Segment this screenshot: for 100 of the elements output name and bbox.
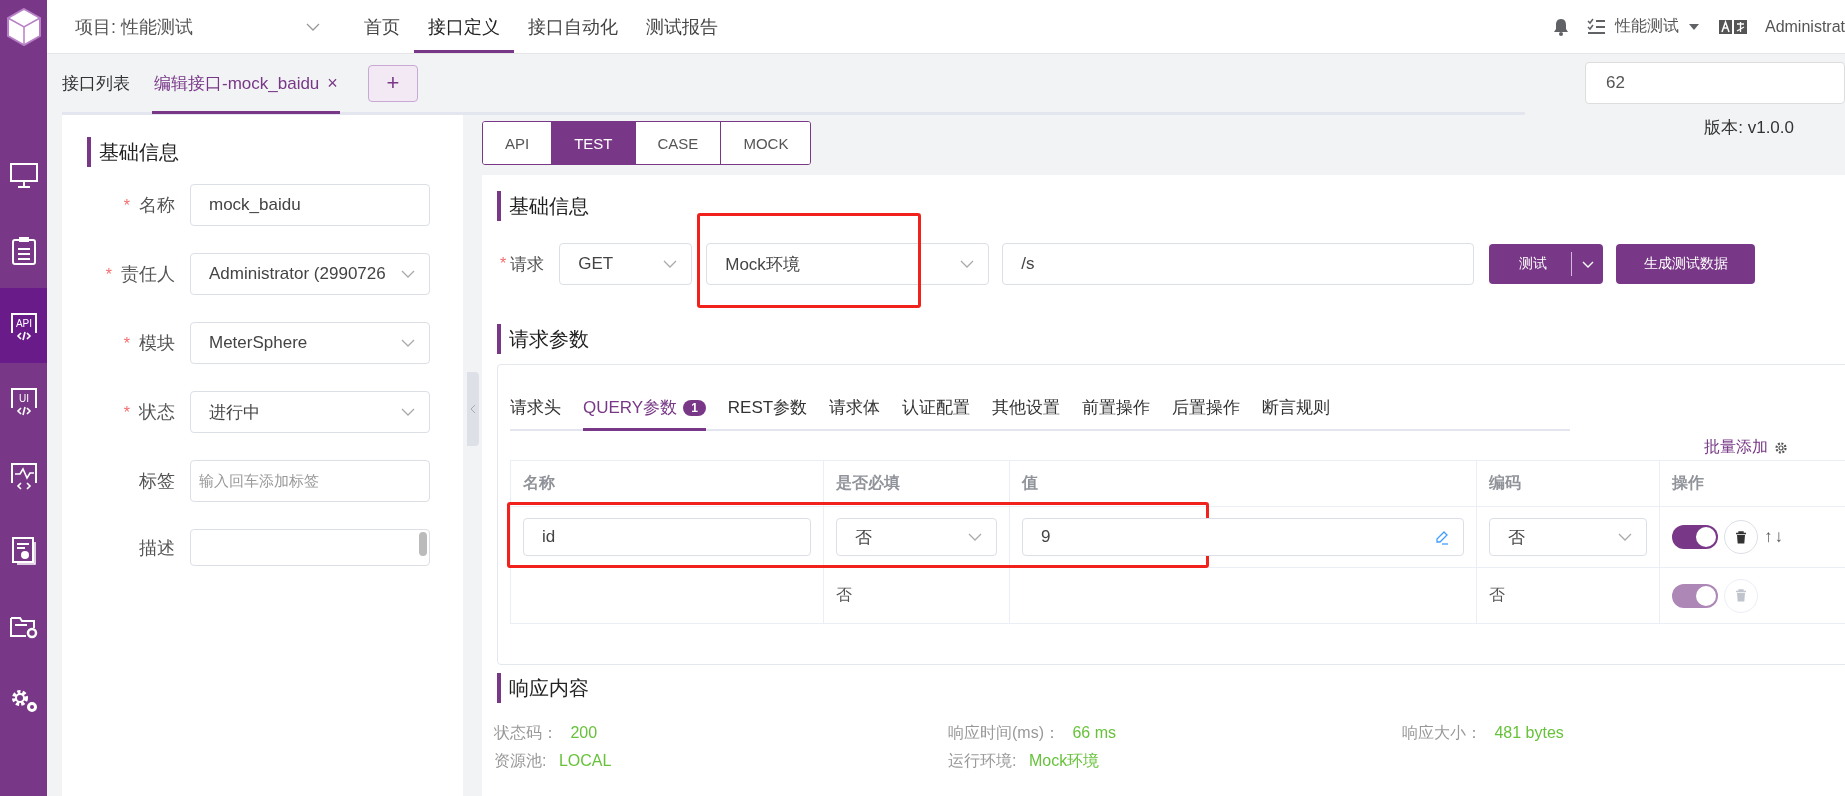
column-header: 值 [1009, 460, 1477, 507]
add-tab-button[interactable]: + [367, 64, 418, 102]
url-path-field[interactable]: /s [1002, 243, 1475, 285]
translate-icon[interactable] [1718, 19, 1747, 34]
mode-tab[interactable]: CASE [634, 122, 721, 164]
mode-tab[interactable]: MOCK [720, 122, 811, 164]
test-button[interactable]: 测试 [1489, 244, 1604, 284]
select-field[interactable]: 进行中 [190, 391, 430, 433]
params-tab[interactable]: 其他设置 [992, 390, 1061, 431]
report-icon [10, 535, 37, 566]
chevron-down-icon [401, 270, 415, 278]
response-value: 481 bytes [1494, 724, 1564, 741]
section-title: 响应内容 [497, 673, 1845, 703]
column-header: 操作 [1659, 460, 1845, 507]
trash-icon [1735, 589, 1747, 602]
user-name[interactable]: Administrat [1764, 17, 1845, 36]
project-select[interactable]: 项目: 性能测试 [75, 14, 320, 39]
generate-data-button[interactable]: 生成测试数据 [1616, 244, 1756, 284]
field-label: 描述 [139, 537, 175, 558]
field-label: 标签 [139, 471, 175, 491]
column-header: 是否必填 [823, 460, 1010, 507]
monitor-chart-icon [8, 460, 39, 491]
response-value: 66 ms [1072, 724, 1116, 741]
field-label: 名称 [139, 195, 175, 215]
select-field[interactable]: Administrator (2990726 [190, 253, 430, 295]
checklist-icon[interactable] [1586, 18, 1606, 35]
pencil-icon[interactable] [1435, 529, 1449, 545]
collapse-handle[interactable] [467, 372, 479, 446]
close-icon[interactable]: × [327, 72, 338, 94]
response-label: 响应大小： [1402, 724, 1482, 741]
trash-icon [1735, 530, 1747, 544]
response-label: 资源池: [494, 752, 547, 769]
response-label: 状态码： [494, 724, 558, 741]
version-text: 版本: v1.0.0 [1704, 117, 1794, 139]
nav-tab[interactable]: 接口自动化 [514, 0, 632, 53]
required-mark: * [500, 255, 507, 273]
workspace-select[interactable]: 性能测试 [1614, 16, 1679, 37]
params-tab[interactable]: 请求体 [829, 390, 881, 431]
params-tab[interactable]: 断言规则 [1262, 390, 1331, 431]
response-value: LOCAL [558, 752, 612, 769]
caret-icon[interactable] [1688, 23, 1699, 30]
response-value: 200 [570, 724, 598, 741]
move-arrows[interactable]: ↑↓ [1764, 527, 1785, 547]
clipboard-icon [10, 235, 37, 266]
required-select[interactable]: 否 [836, 518, 997, 556]
field-label: 模块 [139, 333, 175, 353]
required-mark: * [123, 335, 130, 352]
nav-tab[interactable]: 接口定义 [414, 0, 514, 53]
response-value: Mock环境 [1028, 752, 1100, 769]
chevron-down-icon [960, 260, 975, 268]
mode-tab[interactable]: TEST [551, 122, 635, 164]
nav-tab[interactable]: 测试报告 [632, 0, 732, 53]
delete-button[interactable] [1724, 520, 1758, 554]
bell-icon[interactable] [1552, 17, 1569, 36]
textarea-field[interactable] [190, 529, 430, 566]
column-header: 名称 [510, 460, 824, 507]
params-tab[interactable]: REST参数 [727, 390, 808, 431]
sidebar-item[interactable]: API [0, 288, 47, 363]
params-tab[interactable]: 请求头 [510, 390, 561, 431]
params-tab[interactable]: 认证配置 [902, 390, 971, 431]
section-title: 请求参数 [497, 324, 1845, 354]
column-header: 编码 [1476, 460, 1660, 507]
cube-logo-icon [4, 7, 43, 47]
page-tab[interactable]: 接口列表 [62, 55, 130, 114]
environment-select[interactable]: Mock环境 [706, 243, 990, 285]
response-label: 响应时间(ms)： [948, 724, 1060, 741]
chevron-down-icon [663, 260, 678, 268]
required-mark: * [105, 266, 112, 283]
chevron-down-icon [1582, 260, 1595, 268]
section-title: 基础信息 [497, 191, 1845, 221]
encoding-select[interactable]: 否 [1489, 518, 1647, 556]
chevron-down-icon [401, 408, 415, 416]
params-tab[interactable]: QUERY参数 1 [583, 390, 706, 431]
chevron-down-icon [968, 533, 982, 541]
field-label: 责任人 [121, 264, 175, 284]
params-tab[interactable]: 后置操作 [1172, 390, 1241, 431]
page-tab-label: 编辑接口-mock_baidu [154, 72, 320, 95]
name-field[interactable]: id [523, 518, 811, 556]
section-title: 基础信息 [87, 137, 463, 167]
method-select[interactable]: GET [559, 243, 693, 285]
value-field[interactable]: 9 [1022, 518, 1464, 556]
batch-add-link[interactable]: 批量添加 [1704, 437, 1768, 458]
required-mark: * [123, 197, 130, 214]
settings-icon[interactable] [1774, 440, 1788, 455]
project-id-field[interactable]: 62 [1585, 62, 1845, 104]
mode-tab[interactable]: API [483, 122, 552, 164]
nav-tab[interactable]: 首页 [350, 0, 414, 53]
chevron-down-icon [1618, 533, 1632, 541]
toggle-switch[interactable] [1672, 525, 1718, 549]
table-cell: 否 [836, 586, 852, 603]
params-tab[interactable]: 前置操作 [1082, 390, 1151, 431]
response-label: 运行环境: [948, 752, 1017, 769]
page-tab-label: 接口列表 [62, 72, 130, 95]
monitor-icon [8, 161, 39, 190]
sidebar-item[interactable]: UI [0, 363, 47, 438]
table-cell: 否 [1489, 586, 1505, 603]
required-mark: * [123, 404, 130, 421]
select-field[interactable]: MeterSphere [190, 322, 430, 364]
field-label: 状态 [139, 402, 175, 422]
input-field[interactable]: mock_baidu [190, 184, 430, 226]
